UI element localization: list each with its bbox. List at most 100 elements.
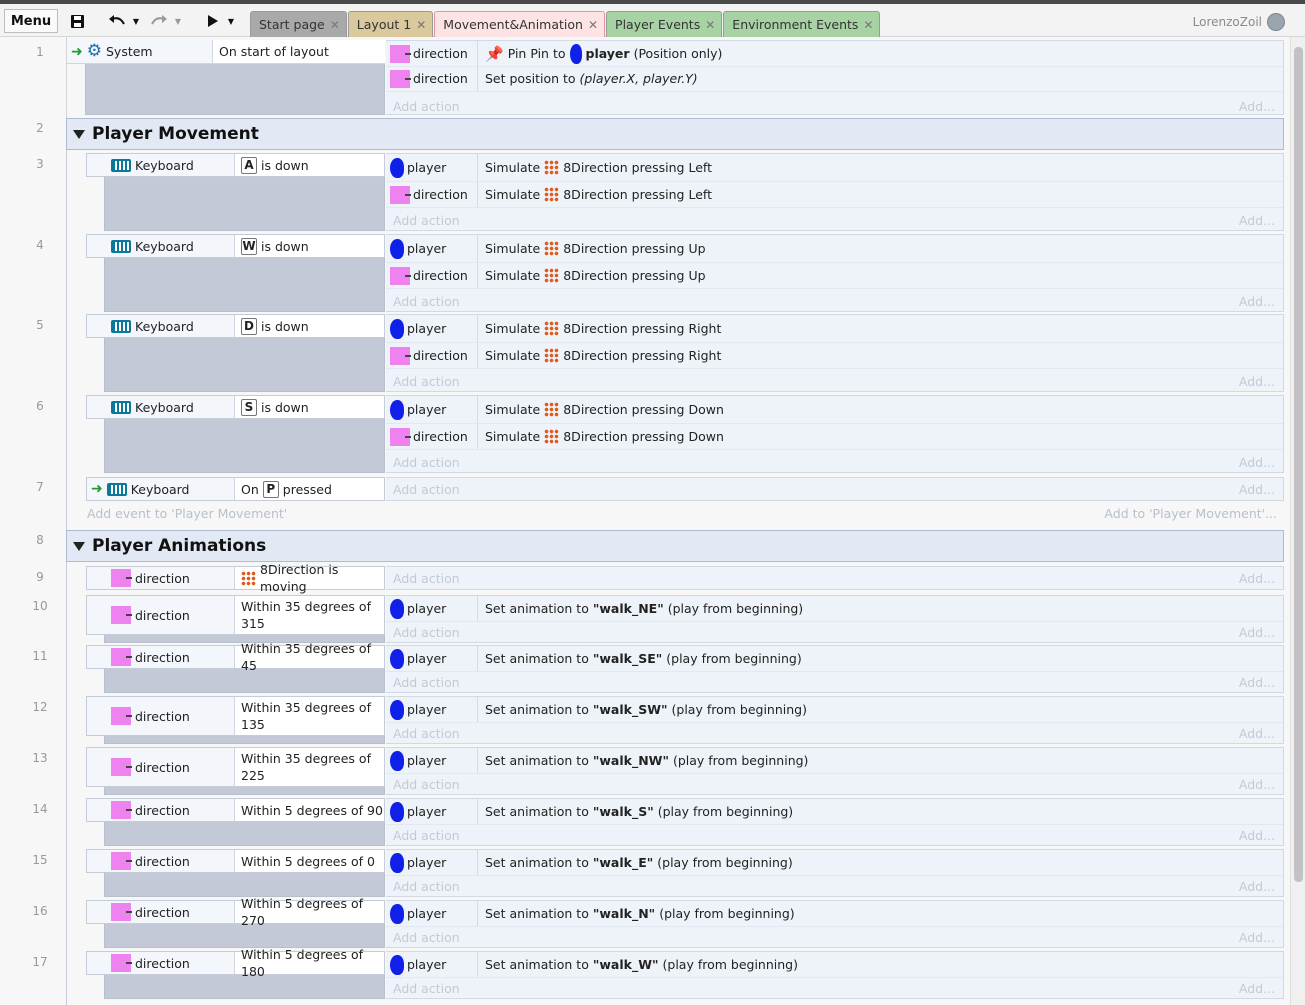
condition-text[interactable]: Within 5 degrees of 90 [235, 799, 385, 821]
action-row[interactable]: player Simulate 8Direction pressing Right [386, 315, 1283, 343]
event-conditions[interactable]: Keyboard Dis down [86, 314, 385, 392]
condition-object[interactable]: direction [87, 567, 235, 589]
condition-object[interactable]: direction [87, 799, 235, 821]
condition-text[interactable]: Within 5 degrees of 270 [235, 896, 385, 928]
tab-start-page[interactable]: Start page ✕ [250, 11, 347, 37]
event-conditions[interactable]: direction Within 35 degrees of 315 [86, 595, 385, 643]
add-menu-link[interactable]: Add... [1239, 571, 1275, 586]
condition-text[interactable]: Ais down [235, 154, 309, 176]
action-row[interactable]: direction Simulate 8Direction pressing Ri… [386, 343, 1283, 369]
add-action-link[interactable]: Add action [393, 726, 460, 741]
menu-button[interactable]: Menu [4, 9, 58, 33]
action-row[interactable]: player Set animation to "walk_N" (play fro… [386, 901, 1283, 927]
event-conditions[interactable]: direction Within 35 degrees of 135 [86, 696, 385, 744]
event-conditions[interactable]: Keyboard Ais down [86, 153, 385, 231]
add-menu-link[interactable]: Add... [1239, 455, 1275, 470]
undo-dropdown-icon[interactable]: ▼ [130, 9, 142, 33]
add-menu-link[interactable]: Add... [1239, 726, 1275, 741]
add-menu-link[interactable]: Add... [1239, 625, 1275, 640]
action-row[interactable]: direction Simulate 8Direction pressing Do… [386, 424, 1283, 450]
add-menu-link[interactable]: Add... [1239, 828, 1275, 843]
condition-text[interactable]: On Ppressed [235, 478, 332, 500]
condition-object[interactable]: direction [87, 596, 235, 634]
condition-object[interactable]: direction [87, 646, 235, 668]
condition-text[interactable]: Within 35 degrees of 225 [235, 748, 385, 786]
close-icon[interactable]: ✕ [705, 18, 715, 32]
action-row[interactable]: player Set animation to "walk_NE" (play fr… [386, 596, 1283, 622]
tab-layout-1[interactable]: Layout 1 ✕ [347, 11, 434, 37]
undo-icon[interactable] [106, 9, 128, 33]
condition-text[interactable]: Within 35 degrees of 135 [235, 697, 385, 735]
condition-text[interactable]: Within 35 degrees of 315 [235, 596, 385, 634]
condition-object[interactable]: direction [87, 952, 235, 974]
add-action-link[interactable]: Add action [393, 879, 460, 894]
group-player-movement[interactable]: Player Movement [66, 118, 1284, 150]
add-menu-link[interactable]: Add... [1239, 374, 1275, 389]
action-row[interactable]: player Simulate 8Direction pressing Left [386, 154, 1283, 182]
add-menu-link[interactable]: Add... [1239, 930, 1275, 945]
add-action-link[interactable]: Add action [393, 777, 460, 792]
action-row[interactable]: direction Simulate 8Direction pressing Le… [386, 182, 1283, 208]
event-conditions[interactable]: direction Within 5 degrees of 180 [86, 947, 385, 999]
action-row[interactable]: player Simulate 8Direction pressing Up [386, 235, 1283, 263]
event-9-conditions[interactable]: direction 8Direction is moving [86, 562, 385, 594]
condition-object[interactable]: Keyboard [87, 315, 235, 337]
user-account[interactable]: LorenzoZoil [1193, 13, 1285, 31]
add-menu-link[interactable]: Add... [1239, 294, 1275, 309]
add-event-to-group-link[interactable]: Add event to 'Player Movement' [87, 506, 287, 521]
add-action-link[interactable]: Add action [393, 455, 460, 470]
action-row[interactable]: player Set animation to "walk_SW" (play fr… [386, 697, 1283, 723]
action-row[interactable]: player Set animation to "walk_SE" (play fr… [386, 646, 1283, 672]
event-conditions[interactable]: Keyboard Sis down [86, 395, 385, 473]
tab-movement-animation[interactable]: Movement&Animation ✕ [434, 11, 606, 37]
condition-text[interactable]: 8Direction is moving [235, 562, 384, 594]
condition-text[interactable]: On start of layout [213, 40, 329, 63]
event-conditions[interactable]: Keyboard Wis down [86, 234, 385, 312]
event-conditions[interactable]: direction Within 5 degrees of 270 [86, 896, 385, 948]
close-icon[interactable]: ✕ [416, 18, 426, 32]
event-conditions[interactable]: direction Within 5 degrees of 90 [86, 798, 385, 846]
redo-icon[interactable] [148, 9, 170, 33]
add-action-link[interactable]: Add action [393, 675, 460, 690]
tab-player-events[interactable]: Player Events ✕ [606, 11, 723, 37]
event-conditions[interactable]: direction Within 35 degrees of 45 [86, 641, 385, 693]
action-row[interactable]: player Set animation to "walk_S" (play fro… [386, 799, 1283, 825]
group-player-animations[interactable]: Player Animations [66, 530, 1284, 562]
event-7-conditions[interactable]: ➜ Keyboard On Ppressed [86, 477, 385, 501]
close-icon[interactable]: ✕ [588, 18, 598, 32]
event-1-conditions[interactable]: ➜ ⚙ System On start of layout [67, 40, 385, 115]
add-action-link[interactable]: Add action [393, 828, 460, 843]
save-icon[interactable] [66, 9, 88, 33]
add-to-group-link[interactable]: Add to 'Player Movement'... [1104, 506, 1277, 521]
play-dropdown-icon[interactable]: ▼ [225, 9, 237, 33]
action-row[interactable]: player Set animation to "walk_E" (play fro… [386, 850, 1283, 876]
add-menu-link[interactable]: Add... [1239, 213, 1275, 228]
play-icon[interactable] [204, 9, 220, 33]
close-icon[interactable]: ✕ [330, 18, 340, 32]
add-action-link[interactable]: Add action [393, 482, 460, 497]
add-menu-link[interactable]: Add... [1239, 879, 1275, 894]
condition-text[interactable]: Wis down [235, 235, 309, 257]
add-menu-link[interactable]: Add... [1239, 482, 1275, 497]
add-action-link[interactable]: Add action [393, 374, 460, 389]
redo-dropdown-icon[interactable]: ▼ [172, 9, 184, 33]
condition-object[interactable]: Keyboard [87, 235, 235, 257]
condition-object[interactable]: Keyboard [87, 154, 235, 176]
tab-environment-events[interactable]: Environment Events ✕ [723, 11, 881, 37]
condition-object[interactable]: direction [87, 901, 235, 923]
scrollbar-thumb[interactable] [1294, 47, 1303, 882]
condition-text[interactable]: Within 35 degrees of 45 [235, 641, 385, 673]
condition-text[interactable]: Within 5 degrees of 180 [235, 947, 385, 979]
action-row[interactable]: player Set animation to "walk_W" (play fro… [386, 952, 1283, 978]
condition-text[interactable]: Sis down [235, 396, 309, 418]
add-action-link[interactable]: Add action [393, 981, 460, 996]
condition-object[interactable]: ➜ Keyboard [87, 478, 235, 500]
close-icon[interactable]: ✕ [863, 18, 873, 32]
add-action-link[interactable]: Add action [393, 625, 460, 640]
collapse-triangle-icon[interactable] [73, 129, 85, 139]
action-row[interactable]: direction 📌 Pin Pin to player (Position onl… [386, 41, 1283, 67]
add-menu-link[interactable]: Add... [1239, 99, 1275, 114]
add-menu-link[interactable]: Add... [1239, 981, 1275, 996]
vertical-scrollbar[interactable] [1290, 37, 1305, 1005]
condition-object[interactable]: direction [87, 850, 235, 872]
